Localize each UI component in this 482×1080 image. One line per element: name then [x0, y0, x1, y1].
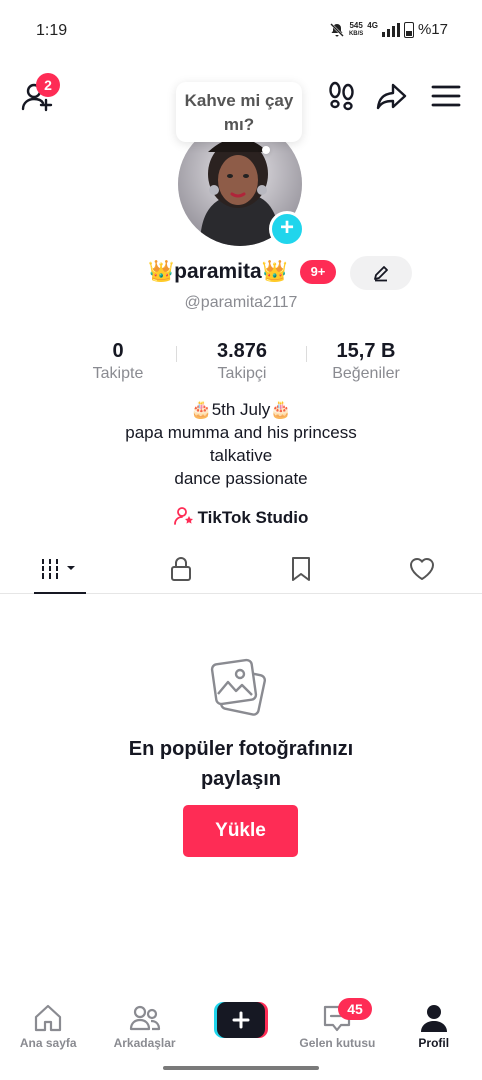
note-text: Kahve mi çay mı? — [184, 91, 294, 134]
name-notification-badge[interactable]: 9+ — [300, 260, 336, 284]
profile-stats: 0 Takipte 3.876 Takipçi 15,7 B Beğeniler — [56, 340, 428, 386]
plus-icon — [214, 1002, 268, 1038]
lock-icon — [170, 556, 191, 581]
home-icon — [35, 1004, 62, 1032]
nav-profile[interactable]: Profil — [386, 992, 482, 1060]
pencil-icon — [374, 266, 388, 282]
edit-profile-button[interactable] — [350, 256, 412, 290]
bio-line: papa mumma and his princess — [125, 423, 357, 442]
footprints-icon — [329, 81, 354, 111]
signal-icon — [381, 22, 400, 37]
stat-following[interactable]: 0 Takipte — [56, 340, 180, 386]
creator-star-icon — [173, 507, 193, 525]
friends-badge: 2 — [36, 73, 60, 97]
hamburger-menu-icon — [431, 85, 461, 107]
stat-value: 3.876 — [216, 340, 268, 362]
profile-handle: @paramita2117 — [184, 294, 298, 311]
empty-state-title: En popüler fotoğrafınızı paylaşın — [0, 734, 482, 794]
bookmark-icon — [292, 556, 311, 581]
photos-icon — [210, 656, 270, 718]
bio-line: talkative — [209, 446, 273, 465]
battery-icon — [403, 21, 414, 38]
tiktok-studio-link[interactable]: TikTok Studio — [0, 506, 482, 528]
stat-value: 15,7 B — [336, 340, 396, 362]
tab-private[interactable] — [121, 544, 242, 593]
status-time: 1:19 — [36, 22, 68, 39]
studio-label: TikTok Studio — [197, 508, 309, 527]
nav-label: Gelen kutusu — [299, 1036, 376, 1050]
profile-icon — [420, 1005, 447, 1032]
stat-value: 0 — [112, 340, 124, 362]
add-story-button[interactable]: + — [269, 211, 305, 247]
tab-liked[interactable] — [362, 544, 482, 593]
heart-icon — [409, 557, 434, 580]
nav-label: Ana sayfa — [19, 1036, 77, 1050]
inbox-badge: 45 — [338, 998, 372, 1020]
tab-videos[interactable] — [0, 544, 121, 594]
tab-saved[interactable] — [241, 544, 362, 593]
battery-level: %17 — [417, 21, 448, 38]
upload-button[interactable]: Yükle — [183, 805, 298, 857]
stat-divider — [176, 346, 177, 362]
bio-line: 🎂5th July🎂 — [190, 400, 292, 419]
profile-tabs — [0, 544, 482, 594]
empty-state-text: En popüler fotoğrafınızı paylaşın — [128, 738, 354, 790]
menu-button[interactable] — [428, 78, 464, 114]
nav-inbox[interactable]: Gelen kutusu — [289, 992, 385, 1060]
nav-label: Profil — [418, 1036, 450, 1050]
nav-label: Arkadaşlar — [113, 1036, 176, 1050]
note-bubble[interactable]: Kahve mi çay mı? — [176, 82, 302, 142]
friends-icon — [129, 1005, 160, 1031]
status-indicators: 545 KB/S 4G %17 — [329, 21, 448, 38]
share-profile-button[interactable] — [374, 78, 410, 114]
stat-likes[interactable]: 15,7 B Beğeniler — [304, 340, 428, 386]
status-bar: 1:19 545 KB/S 4G %17 — [0, 0, 482, 60]
bubble-tail — [262, 146, 270, 154]
footprints-button[interactable] — [324, 78, 360, 114]
nav-home[interactable]: Ana sayfa — [0, 992, 96, 1060]
stat-divider — [306, 346, 307, 362]
gesture-bar — [163, 1066, 319, 1070]
network-type: 4G — [367, 21, 378, 30]
nav-friends[interactable]: Arkadaşlar — [96, 992, 192, 1060]
create-button[interactable] — [214, 1002, 268, 1038]
share-icon — [376, 83, 407, 110]
stat-label: Beğeniler — [332, 365, 400, 382]
stat-label: Takipçi — [217, 365, 267, 382]
stat-label: Takipte — [92, 365, 144, 382]
bell-muted-icon — [330, 22, 344, 37]
network-speed: 545 KB/S — [348, 20, 364, 37]
stat-followers[interactable]: 3.876 Takipçi — [180, 340, 304, 386]
bio-line: dance passionate — [174, 469, 308, 488]
grid-filter-icon — [40, 558, 76, 579]
profile-bio: 🎂5th July🎂 papa mumma and his princess t… — [0, 398, 482, 490]
profile-name: 👑paramita👑 — [148, 260, 288, 283]
